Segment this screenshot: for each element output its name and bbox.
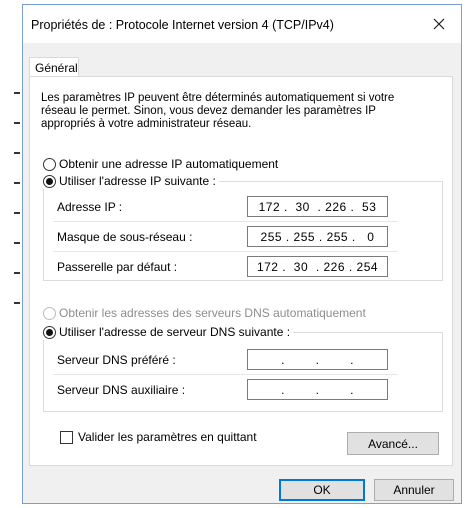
close-button[interactable] [417,5,461,43]
validate-settings-label: Valider les paramètres en quittant [78,430,257,444]
alternate-dns-row: Serveur DNS auxiliaire : . . . [51,378,388,402]
radio-ip-auto[interactable]: Obtenir une adresse IP automatiquement [43,156,278,172]
cancel-button[interactable]: Annuler [374,479,454,501]
ip-address-row: Adresse IP : 172 . 30 . 226 . 53 [51,195,388,219]
divider [53,251,398,252]
radio-dns-manual-label: Utiliser l'adresse de serveur DNS suivan… [59,325,291,339]
divider [53,221,398,222]
subnet-mask-input[interactable]: 255 . 255 . 255 . 0 [247,226,388,247]
radio-ip-auto-indicator[interactable] [43,157,56,171]
subnet-mask-row: Masque de sous-réseau : 255 . 255 . 255 … [51,225,388,249]
radio-ip-auto-label: Obtenir une adresse IP automatiquement [59,157,279,171]
preferred-dns-input[interactable]: . . . [247,349,388,370]
background-window-edge [0,0,22,508]
preferred-dns-label: Serveur DNS préféré : [57,353,176,367]
alternate-dns-input[interactable]: . . . [247,379,388,400]
ip-address-input[interactable]: 172 . 30 . 226 . 53 [247,196,388,217]
ip-address-label: Adresse IP : [57,200,123,214]
alternate-dns-label: Serveur DNS auxiliaire : [57,383,186,397]
tab-general[interactable]: Général [29,57,79,77]
window-title: Propriétés de : Protocole Internet versi… [31,18,334,32]
validate-settings-checkbox[interactable] [60,430,73,444]
radio-ip-manual-label: Utiliser l'adresse IP suivante : [59,174,216,188]
radio-dns-auto-label: Obtenir les adresses des serveurs DNS au… [59,306,366,320]
radio-ip-manual[interactable]: Utiliser l'adresse IP suivante : [43,173,219,189]
default-gateway-label: Passerelle par défaut : [57,260,178,274]
advanced-button[interactable]: Avancé... [347,432,439,455]
ok-button[interactable]: OK [279,479,365,501]
general-panel: Les paramètres IP peuvent être déterminé… [29,76,453,466]
default-gateway-row: Passerelle par défaut : 172 . 30 . 226 .… [51,255,388,279]
tcpip-properties-dialog: Propriétés de : Protocole Internet versi… [22,4,462,504]
radio-dns-manual-indicator[interactable] [43,325,56,339]
description-text: Les paramètres IP peuvent être déterminé… [41,92,395,130]
divider [53,374,398,375]
title-bar: Propriétés de : Protocole Internet versi… [23,5,461,43]
radio-dns-manual[interactable]: Utiliser l'adresse de serveur DNS suivan… [43,324,294,340]
subnet-mask-label: Masque de sous-réseau : [57,230,193,244]
tab-bar: Général [23,43,461,77]
preferred-dns-row: Serveur DNS préféré : . . . [51,348,388,372]
validate-settings-checkbox-row[interactable]: Valider les paramètres en quittant [60,430,257,444]
close-icon [433,18,445,30]
radio-dns-auto[interactable]: Obtenir les adresses des serveurs DNS au… [43,305,366,321]
radio-dns-auto-indicator[interactable] [43,306,56,320]
radio-ip-manual-indicator[interactable] [43,174,56,188]
default-gateway-input[interactable]: 172 . 30 . 226 . 254 [247,256,388,277]
